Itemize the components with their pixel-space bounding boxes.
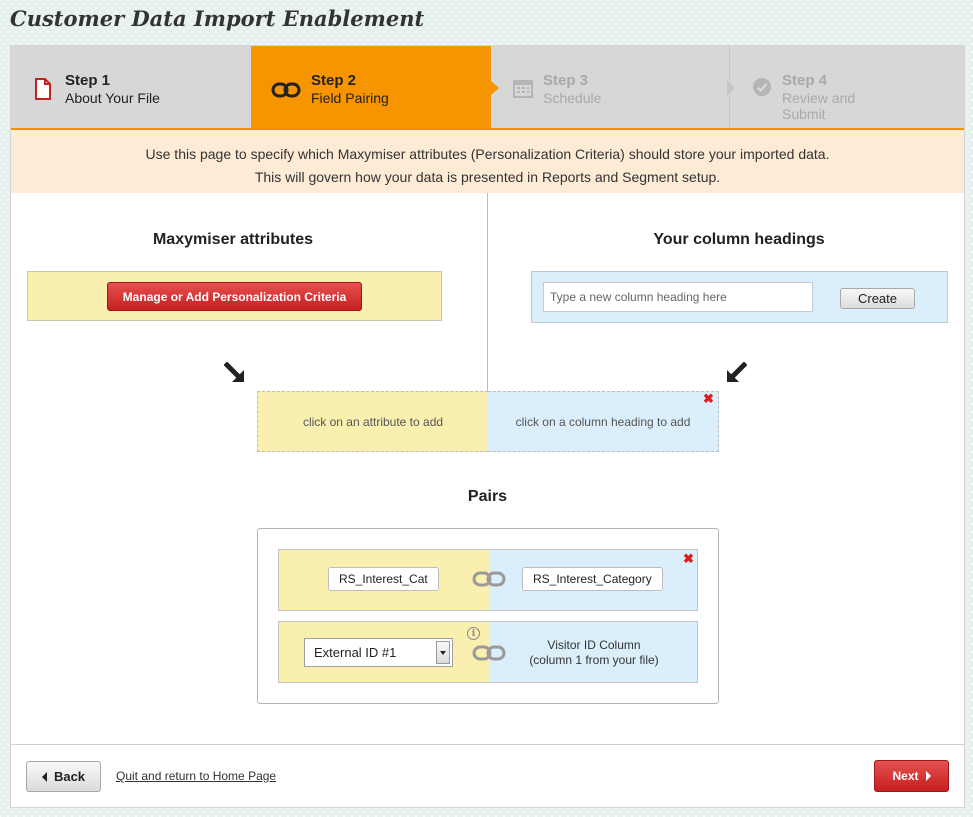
attribute-chip[interactable]: RS_Interest_Cat — [328, 567, 439, 591]
step-4-number: Step 4 — [782, 72, 828, 89]
step-3: Step 3 Schedule — [491, 46, 729, 128]
calendar-icon — [513, 80, 533, 98]
pairs-title: Pairs — [467, 488, 508, 505]
pair-attribute-cell: RS_Interest_Cat — [279, 550, 489, 610]
pair-column-cell: RS_Interest_Category — [489, 550, 697, 610]
quit-home-link[interactable]: Quit and return to Home Page — [116, 769, 276, 783]
column-chip[interactable]: RS_Interest_Category — [522, 567, 663, 591]
pair-row: RS_Interest_Cat RS_Interest_Category ✖ — [278, 549, 698, 611]
step-4-label: Review and Submit — [782, 90, 856, 122]
create-button[interactable]: Create — [840, 288, 915, 309]
clear-pair-close-icon[interactable]: ✖ — [703, 392, 714, 405]
attributes-box: Manage or Add Personalization Criteria — [27, 271, 442, 321]
footer-divider — [11, 744, 964, 745]
attribute-drop-hint: click on an attribute to add — [302, 414, 444, 429]
arrow-down-left-icon — [727, 362, 747, 382]
link-icon — [271, 82, 301, 98]
step-4: Step 4 Review and Submit — [729, 46, 964, 128]
attributes-title: Maxymiser attributes — [152, 231, 314, 248]
chevron-left-icon — [41, 771, 47, 782]
attribute-select-value: External ID #1 — [314, 645, 397, 660]
step-2[interactable]: Step 2 Field Pairing — [251, 46, 491, 128]
page-title: Customer Data Import Enablement — [10, 6, 425, 31]
chevron-down-icon[interactable] — [436, 641, 450, 664]
attribute-select[interactable]: External ID #1 — [304, 638, 453, 667]
back-button-label: Back — [53, 769, 86, 784]
manage-criteria-button[interactable]: Manage or Add Personalization Criteria — [107, 282, 362, 311]
column-divider — [487, 193, 488, 399]
step-1-number: Step 1 — [65, 72, 111, 89]
step-3-number: Step 3 — [543, 72, 589, 89]
attribute-drop-zone[interactable]: click on an attribute to add — [257, 391, 488, 452]
column-drop-zone[interactable]: click on a column heading to add — [488, 391, 719, 452]
info-line-1: Use this page to specify which Maxymiser… — [145, 146, 830, 162]
next-button[interactable]: Next — [874, 760, 949, 792]
arrow-down-right-icon — [224, 362, 244, 382]
visitor-id-column-label: Visitor ID Column (column 1 from your fi… — [489, 638, 697, 668]
check-circle-icon — [753, 78, 771, 96]
visitor-id-line-2: (column 1 from your file) — [529, 653, 659, 667]
back-button[interactable]: Back — [26, 761, 101, 792]
next-button-label: Next — [892, 769, 919, 783]
pair-column-cell: Visitor ID Column (column 1 from your fi… — [489, 622, 697, 682]
pairs-container: RS_Interest_Cat RS_Interest_Category ✖ E… — [257, 528, 719, 704]
chevron-right-icon — [925, 771, 931, 781]
column-drop-hint: click on a column heading to add — [515, 414, 691, 429]
remove-pair-close-icon[interactable]: ✖ — [683, 552, 694, 565]
step-2-label: Field Pairing — [311, 90, 389, 106]
document-icon — [35, 78, 51, 100]
pair-row: External ID #1 i Visitor ID Column (colu… — [278, 621, 698, 683]
step-1-label: About Your File — [65, 90, 160, 106]
link-icon — [472, 645, 506, 661]
step-1[interactable]: Step 1 About Your File — [11, 46, 251, 128]
steps-bar: Step 1 About Your File Step 2 Field Pair… — [11, 46, 964, 130]
visitor-id-line-1: Visitor ID Column — [547, 638, 641, 652]
new-column-heading-input[interactable] — [543, 282, 813, 312]
info-banner: Use this page to specify which Maxymiser… — [11, 130, 964, 193]
info-icon[interactable]: i — [467, 627, 480, 640]
link-icon — [472, 571, 506, 587]
pair-attribute-cell: External ID #1 i — [279, 622, 489, 682]
info-line-2: This will govern how your data is presen… — [254, 169, 721, 185]
column-headings-box: Create — [531, 271, 948, 323]
wizard-panel: Step 1 About Your File Step 2 Field Pair… — [10, 45, 965, 808]
step-3-label: Schedule — [543, 90, 602, 106]
column-headings-title: Your column headings — [653, 231, 825, 248]
step-2-number: Step 2 — [311, 72, 357, 89]
